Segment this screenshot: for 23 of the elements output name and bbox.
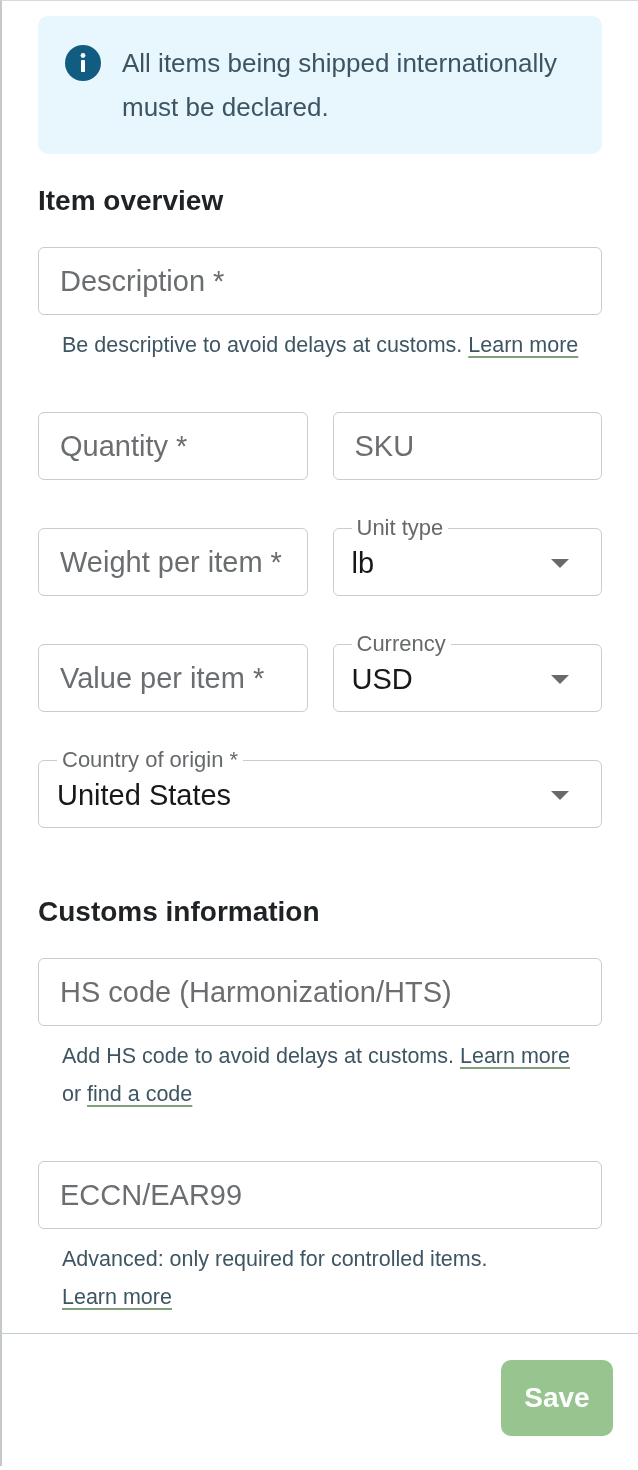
caret-icon — [551, 674, 569, 684]
dropdown-select[interactable]: Unit type lb — [332, 516, 602, 596]
help-link[interactable]: Learn more — [468, 333, 579, 357]
text-input[interactable]: Weight per item * — [38, 528, 308, 596]
help-link[interactable]: Learn more — [459, 1044, 570, 1068]
help-text: Add HS code to avoid delays at customs. Learn more or find a code — [61, 1043, 571, 1108]
info-icon — [65, 45, 101, 81]
help-link[interactable]: find a code — [87, 1082, 193, 1106]
text-input[interactable]: Description * — [38, 247, 602, 315]
dropdown-select[interactable]: Country of origin * United States — [38, 748, 602, 828]
help-text: Advanced: only required for controlled items. Learn more — [61, 1246, 489, 1311]
text-input[interactable]: Quantity * — [38, 412, 308, 480]
caret-icon — [551, 790, 569, 800]
help-text: Be descriptive to avoid delays at customs. Learn more — [61, 332, 580, 359]
help-link[interactable]: Learn more — [62, 1285, 172, 1309]
section-heading: Customs information — [38, 897, 321, 927]
banner-text: All items being shipped internationally must be declared. — [122, 47, 559, 124]
text-input[interactable]: ECCN/EAR99 — [38, 1161, 602, 1229]
caret-icon — [551, 558, 569, 568]
text-input[interactable]: SKU — [332, 412, 602, 480]
text-input[interactable]: Value per item * — [38, 644, 308, 712]
text-input[interactable]: HS code (Harmonization/HTS) — [38, 958, 602, 1026]
section-heading: Item overview — [38, 186, 225, 216]
